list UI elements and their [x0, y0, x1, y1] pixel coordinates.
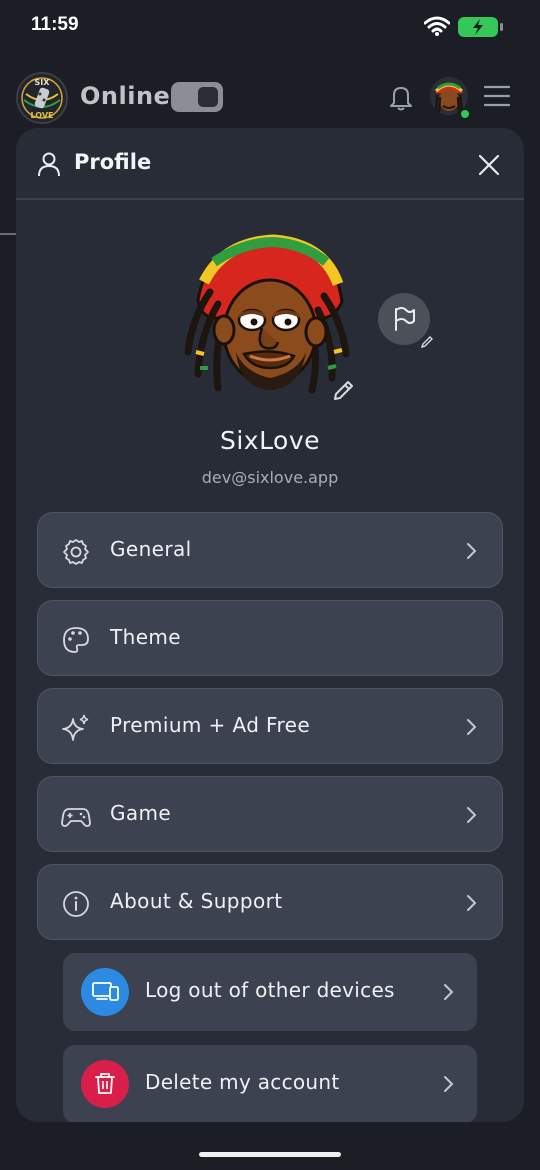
menu-item-theme[interactable]: Theme: [37, 600, 503, 676]
close-icon[interactable]: [476, 152, 502, 178]
logout-other-devices-button[interactable]: Log out of other devices: [63, 953, 477, 1031]
profile-username: SixLove: [219, 426, 321, 455]
logo-text-top: SIX: [35, 78, 51, 87]
status-bar: 11:59: [0, 0, 540, 54]
app-logo: SIX LOVE: [16, 72, 68, 124]
menu-item-label: Premium + Ad Free: [110, 713, 311, 737]
chevron-right-icon: [444, 984, 454, 1000]
chevron-right-icon: [467, 543, 477, 559]
sparkles-icon: [62, 714, 89, 741]
edit-flag-pencil-icon[interactable]: [420, 335, 434, 349]
profile-avatar[interactable]: [174, 222, 354, 402]
online-toggle[interactable]: [171, 82, 223, 112]
devices-icon-circle: [81, 968, 129, 1016]
menu-item-general[interactable]: General: [37, 512, 503, 588]
chevron-right-icon: [467, 719, 477, 735]
hamburger-menu-icon[interactable]: [484, 85, 510, 107]
gamepad-icon: [61, 808, 91, 827]
chevron-right-icon: [467, 895, 477, 911]
palette-icon: [63, 627, 89, 653]
status-time: 11:59: [31, 14, 79, 35]
edit-avatar-pencil-icon[interactable]: [330, 378, 356, 404]
menu-item-game[interactable]: Game: [37, 776, 503, 852]
home-indicator[interactable]: [199, 1152, 341, 1157]
toggle-knob: [198, 87, 218, 107]
trash-icon: [95, 1073, 115, 1094]
menu-item-label: General: [110, 537, 192, 561]
online-status-dot: [460, 109, 470, 119]
menu-item-label: Theme: [110, 625, 181, 649]
menu-item-label: About & Support: [110, 889, 283, 913]
menu-item-about-support[interactable]: About & Support: [37, 864, 503, 940]
gear-icon: [63, 539, 89, 565]
panel-title: Profile: [74, 150, 152, 174]
profile-email: dev@sixlove.app: [201, 468, 339, 487]
delete-account-button[interactable]: Delete my account: [63, 1045, 477, 1122]
action-label: Delete my account: [145, 1070, 340, 1094]
menu-item-label: Game: [110, 801, 172, 825]
bell-icon[interactable]: [386, 82, 416, 112]
trash-icon-circle: [81, 1060, 129, 1108]
online-label: Online: [80, 82, 171, 110]
info-icon: [63, 891, 89, 917]
wifi-icon: [424, 16, 450, 36]
devices-icon: [92, 982, 119, 1001]
panel-header: Profile: [16, 128, 524, 200]
chevron-right-icon: [467, 807, 477, 823]
logo-text-bottom: LOVE: [30, 111, 53, 120]
background-divider: [0, 233, 16, 235]
user-icon: [38, 152, 60, 177]
menu-item-premium[interactable]: Premium + Ad Free: [37, 688, 503, 764]
battery-icon: [458, 17, 503, 37]
action-label: Log out of other devices: [145, 978, 395, 1002]
profile-panel: Profile SixLove dev@sixlove.app General …: [16, 128, 524, 1122]
app-header: SIX LOVE Online: [0, 68, 540, 128]
chevron-right-icon: [444, 1076, 454, 1092]
